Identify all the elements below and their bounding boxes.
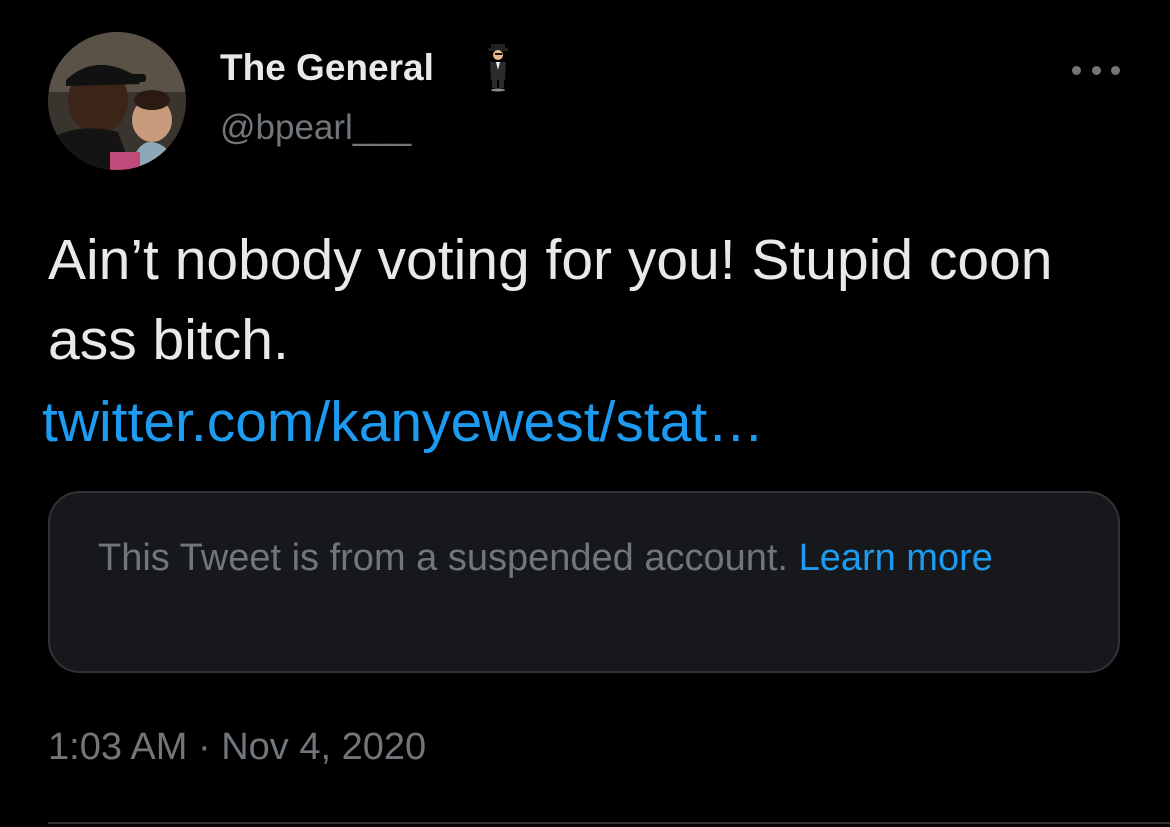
avatar[interactable] [48, 32, 186, 170]
dot [1111, 65, 1120, 75]
display-name[interactable]: The General [220, 46, 434, 90]
divider [48, 822, 1170, 824]
dot [1072, 65, 1081, 75]
tweet-link[interactable]: twitter.com/kanyewest/stat… [42, 382, 764, 462]
learn-more-link[interactable]: Learn more [799, 537, 993, 579]
suspended-message-container: This Tweet is from a suspended account. … [98, 529, 1038, 587]
ellipsis-icon[interactable] [1072, 58, 1120, 82]
suspended-message: This Tweet is from a suspended account. [98, 537, 788, 579]
suspended-quote-card[interactable]: This Tweet is from a suspended account. … [48, 491, 1120, 673]
tweet-text: Ain’t nobody voting for you! Stupid coon… [48, 228, 1053, 372]
avatar-photo [48, 32, 186, 170]
dot [1091, 65, 1101, 75]
tweet-timestamp[interactable]: 1:03 AM · Nov 4, 2020 [48, 723, 426, 771]
user-handle[interactable]: @bpearl___ [220, 107, 411, 149]
man-in-business-suit-levitating-emoji [488, 44, 508, 92]
